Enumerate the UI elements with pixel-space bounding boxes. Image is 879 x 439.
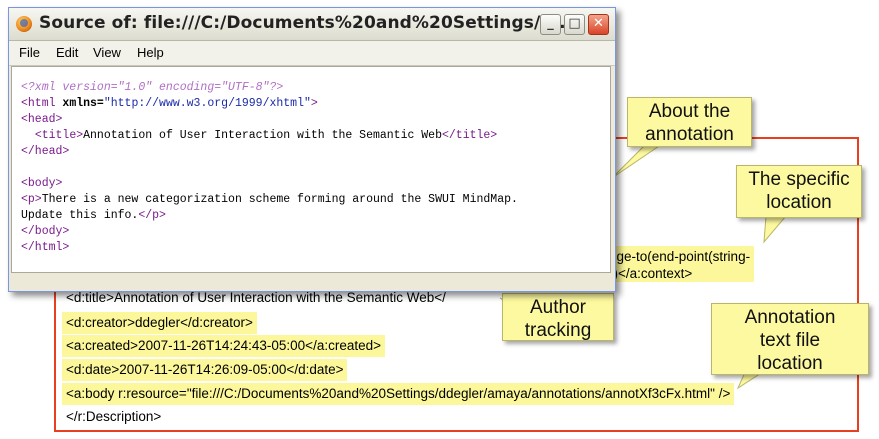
html-xmlns-attr: xmlns= bbox=[62, 97, 104, 110]
menu-file[interactable]: File bbox=[19, 45, 40, 60]
title-open-tag: <title> bbox=[34, 129, 84, 142]
p-open-tag: <p> bbox=[21, 193, 42, 206]
menu-help-label: Help bbox=[137, 45, 164, 60]
title-close-tag: </title> bbox=[441, 129, 498, 142]
title-text: Annotation of User Interaction with the … bbox=[83, 129, 442, 142]
minimize-button[interactable]: _ bbox=[540, 14, 561, 35]
source-line-10: </body> bbox=[21, 224, 69, 240]
source-line-4: <title>Annotation of User Interaction wi… bbox=[21, 128, 497, 144]
head-open-tag: <head> bbox=[21, 113, 63, 126]
title-bar[interactable]: Source of: file:///C:/Documents%20and%20… bbox=[9, 8, 615, 41]
body-open-tag: <body> bbox=[21, 177, 63, 190]
source-line-11: </html> bbox=[21, 240, 69, 256]
maximize-button[interactable]: □ bbox=[564, 14, 585, 35]
specific-location-callout: The specific location bbox=[736, 165, 862, 218]
location-pointer bbox=[763, 215, 788, 244]
body-close-tag: </body> bbox=[21, 225, 70, 238]
text-file-location-callout: Annotation text file location bbox=[711, 303, 869, 375]
firefox-icon bbox=[16, 16, 32, 32]
author-tracking-callout: Author tracking bbox=[502, 293, 614, 341]
p-text-2: Update this info. bbox=[21, 209, 139, 222]
source-line-7: <body> bbox=[21, 176, 62, 192]
html-xmlns-value: "http://www.w3.org/1999/xhtml" bbox=[103, 97, 311, 110]
html-close-tag: </html> bbox=[21, 241, 70, 254]
menu-edit-label: Edit bbox=[56, 45, 79, 60]
close-button[interactable]: ✕ bbox=[588, 14, 609, 35]
source-line-1: <?xml version="1.0" encoding="UTF-8"?> bbox=[21, 80, 283, 96]
source-line-5: </head> bbox=[21, 144, 69, 160]
menu-view[interactable]: View bbox=[93, 45, 121, 60]
p-text-1: There is a new categorization scheme for… bbox=[41, 193, 518, 206]
p-close-tag: </p> bbox=[138, 209, 166, 222]
view-source-window[interactable]: Source of: file:///C:/Documents%20and%20… bbox=[8, 7, 616, 292]
about-annotation-label: About the annotation bbox=[645, 101, 734, 145]
html-open-end: > bbox=[310, 97, 318, 110]
menu-bar: File Edit View Help bbox=[9, 41, 615, 66]
menu-file-label: File bbox=[19, 45, 40, 60]
source-content[interactable]: <?xml version="1.0" encoding="UTF-8"?> <… bbox=[11, 66, 611, 273]
about-annotation-callout: About the annotation bbox=[627, 97, 752, 147]
xml-declaration: <?xml version="1.0" encoding="UTF-8"?> bbox=[21, 81, 284, 94]
menu-help[interactable]: Help bbox=[137, 45, 164, 60]
menu-edit[interactable]: Edit bbox=[56, 45, 78, 60]
specific-location-label: The specific location bbox=[748, 169, 850, 213]
source-line-3: <head> bbox=[21, 112, 62, 128]
source-line-2: <html xmlns="http://www.w3.org/1999/xhtm… bbox=[21, 96, 318, 112]
source-line-9: Update this info.</p> bbox=[21, 208, 166, 224]
head-close-tag: </head> bbox=[21, 145, 70, 158]
menu-view-label: View bbox=[93, 45, 121, 60]
window-title: Source of: file:///C:/Documents%20and%20… bbox=[39, 13, 573, 33]
screenshot-canvas: nge-to(end-point(string- ))</a:context> … bbox=[0, 0, 879, 439]
html-open-tag: <html bbox=[21, 97, 56, 110]
source-line-8: <p>There is a new categorization scheme … bbox=[21, 192, 518, 208]
text-file-location-label: Annotation text file location bbox=[744, 307, 836, 374]
author-tracking-label: Author tracking bbox=[524, 297, 592, 341]
status-bar bbox=[11, 275, 611, 289]
